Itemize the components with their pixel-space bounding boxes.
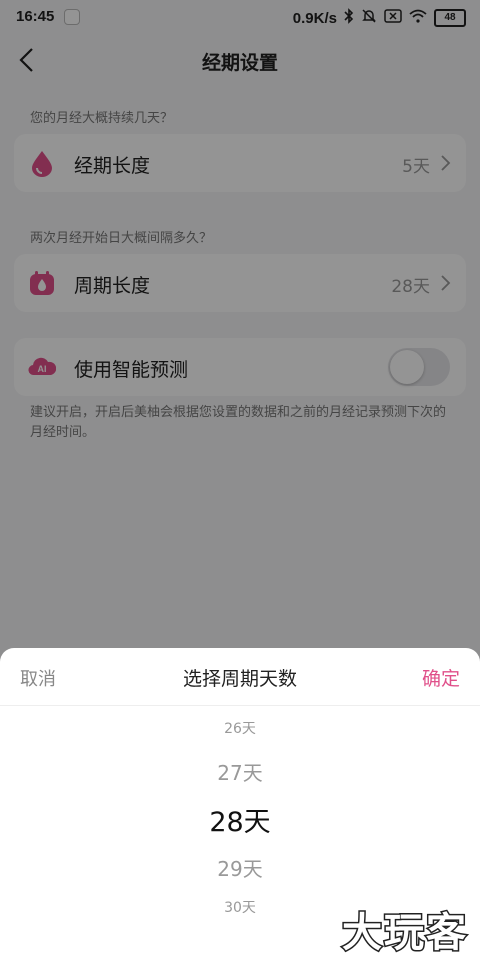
picker-option-selected[interactable]: 28天 [0, 800, 480, 839]
confirm-button[interactable]: 确定 [422, 664, 460, 691]
picker-option[interactable]: 26天 [0, 718, 480, 738]
watermark-logo: 大玩客 [341, 909, 468, 958]
picker-header: 取消 选择周期天数 确定 [0, 648, 480, 706]
picker-title: 选择周期天数 [182, 668, 297, 690]
picker-option[interactable]: 27天 [0, 757, 480, 786]
picker-option[interactable]: 29天 [0, 853, 480, 882]
